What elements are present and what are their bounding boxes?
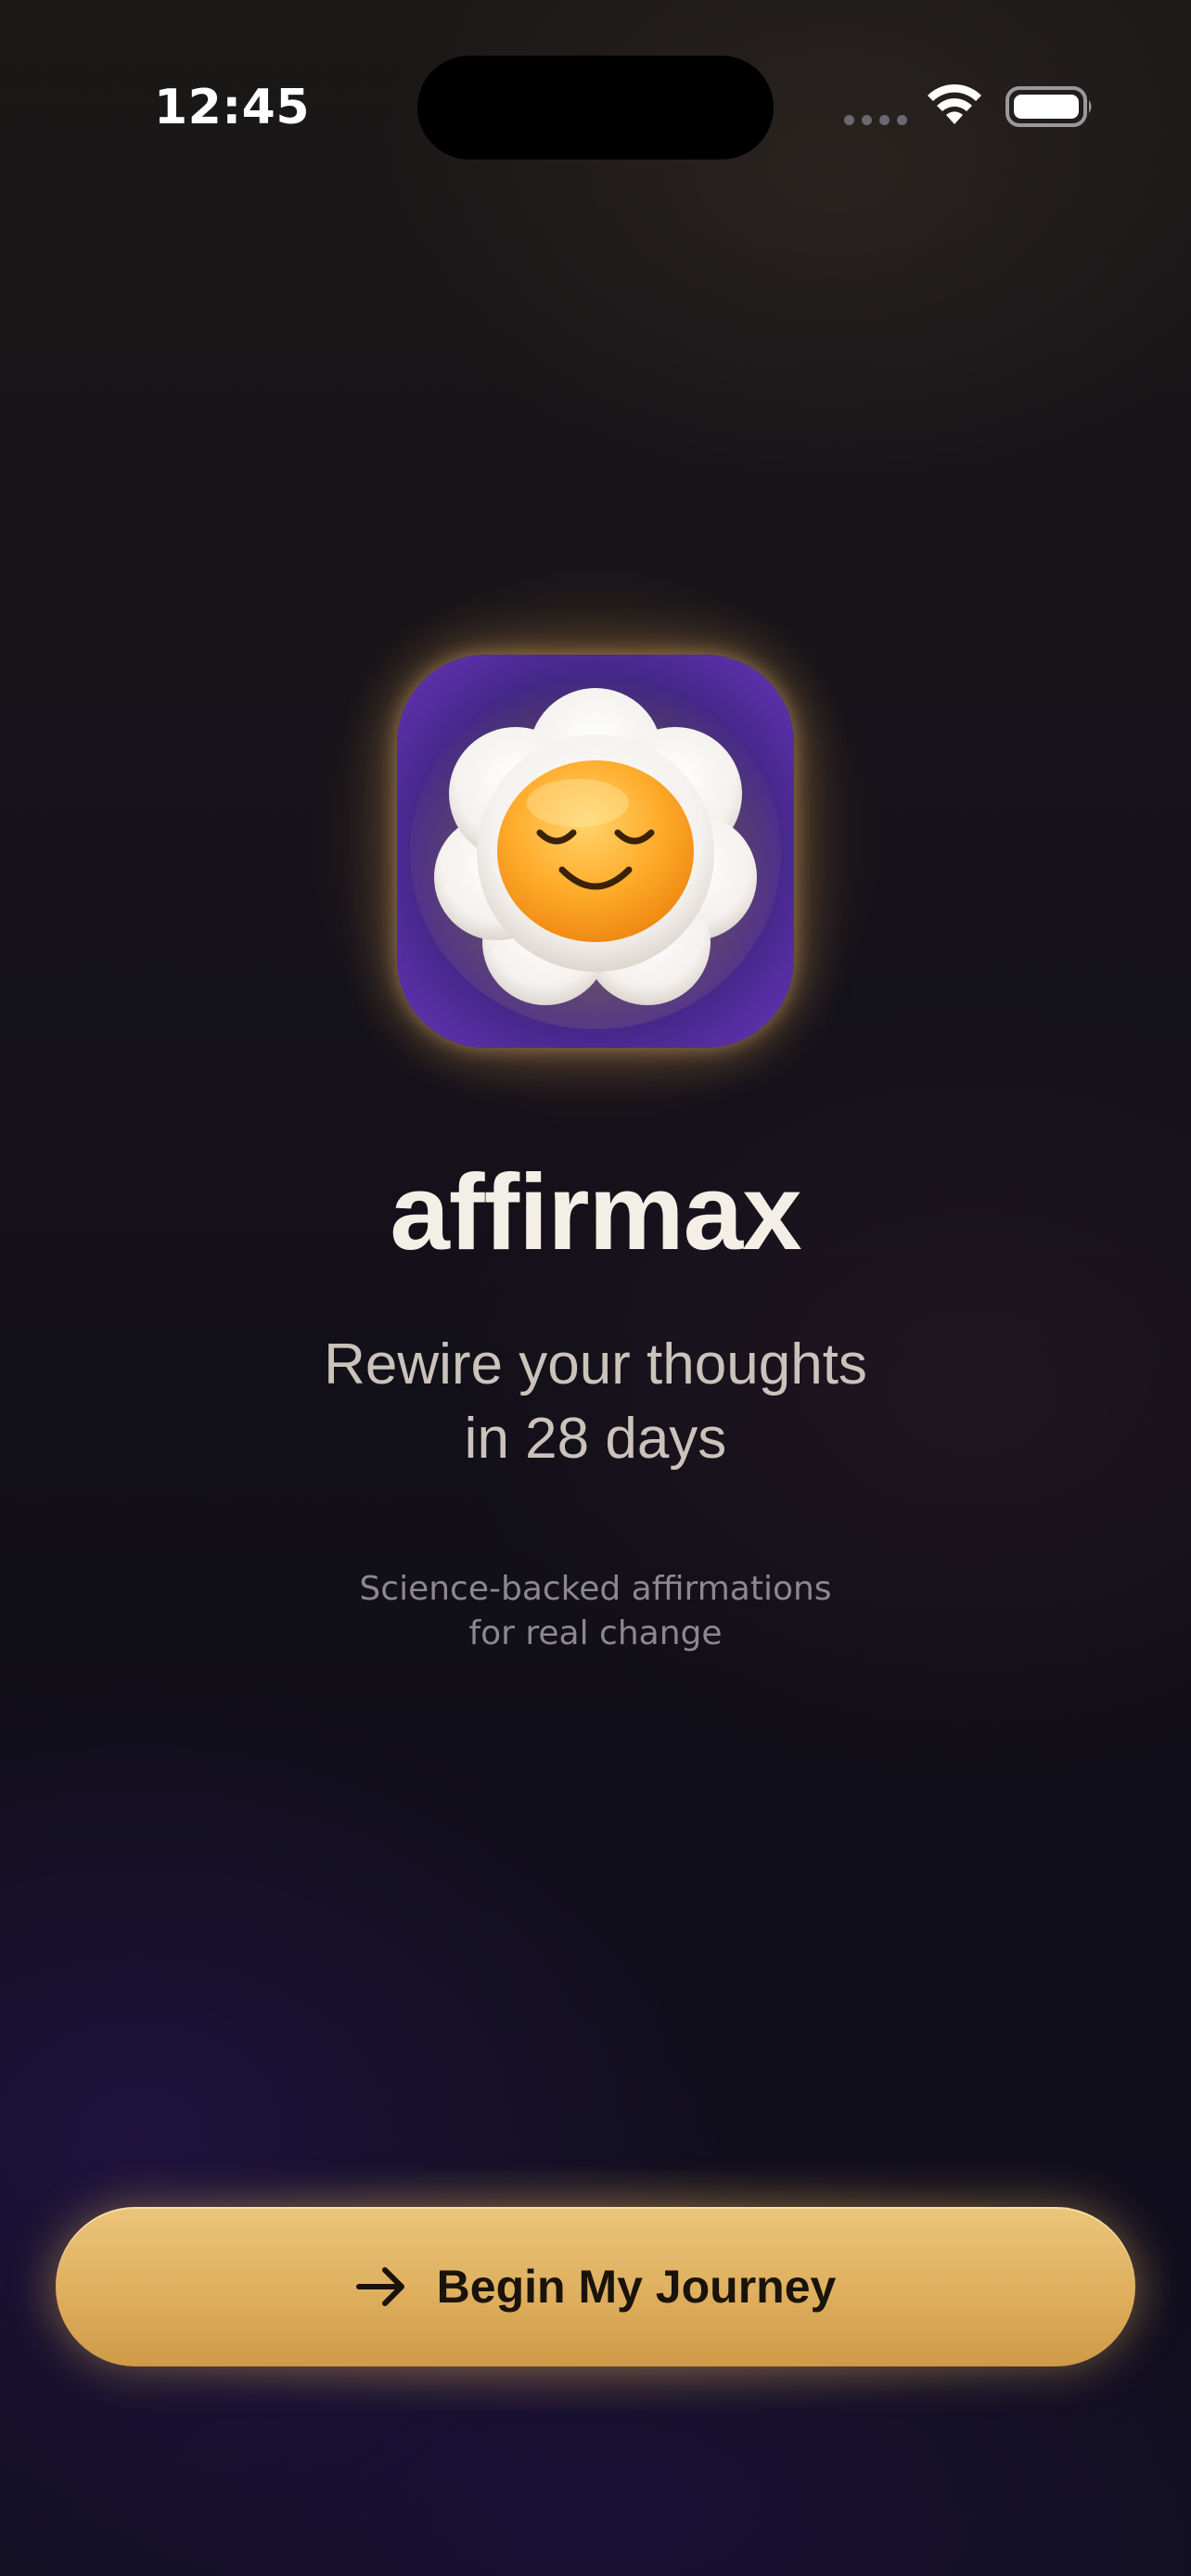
wifi-icon: [928, 83, 981, 124]
app-name: affirmax: [390, 1152, 801, 1272]
subtext-line-1: Science-backed affirmations: [359, 1570, 832, 1608]
tagline: Rewire your thoughts in 28 days: [0, 1328, 1191, 1476]
battery-icon: [1005, 86, 1092, 127]
begin-journey-label: Begin My Journey: [436, 2261, 837, 2313]
status-time: 12:45: [154, 80, 311, 135]
subtext-line-2: for real change: [468, 1614, 723, 1652]
arrow-right-icon: [355, 2267, 404, 2306]
smiling-flower-icon: [397, 655, 794, 1048]
subtext: Science-backed affirmations for real cha…: [0, 1567, 1191, 1656]
begin-journey-button[interactable]: Begin My Journey: [56, 2207, 1135, 2366]
signal-dots-icon: [844, 115, 907, 125]
dynamic-island: [417, 56, 774, 159]
tagline-line-1: Rewire your thoughts: [324, 1333, 867, 1396]
onboarding-screen: 12:45 affirmax Rewire your thoughts in 2…: [0, 0, 1191, 2576]
tagline-line-2: in 28 days: [464, 1407, 727, 1471]
